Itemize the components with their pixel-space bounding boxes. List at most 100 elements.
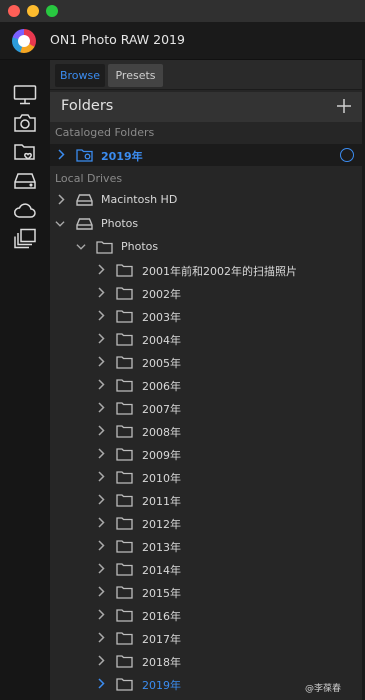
folder-icon [116, 517, 133, 530]
drive-icon[interactable] [13, 170, 37, 192]
folder-label-photos: Photos [121, 240, 159, 253]
cloud-icon[interactable] [13, 199, 37, 221]
subfolder-label: 2018年 [142, 656, 181, 669]
subfolder-label: 2003年 [142, 311, 181, 324]
albums-icon[interactable] [13, 228, 37, 250]
cataloged-folder-row[interactable]: 2019年 [50, 144, 362, 166]
chevron-right-icon[interactable] [96, 586, 106, 597]
chevron-right-icon[interactable] [96, 448, 106, 459]
subfolder-row[interactable]: 2001年前和2002年的扫描照片 [50, 259, 362, 281]
drive-row-photos[interactable]: Photos [50, 213, 362, 235]
drive-label-photos: Photos [101, 217, 139, 230]
chevron-right-icon[interactable] [96, 609, 106, 620]
subfolder-row[interactable]: 2011年 [50, 489, 362, 511]
subfolder-label: 2005年 [142, 357, 181, 370]
chevron-right-icon[interactable] [96, 379, 106, 390]
panel-tabs: Browse Presets [50, 60, 362, 90]
subfolder-row[interactable]: 2013年 [50, 535, 362, 557]
folders-header: Folders [50, 92, 362, 122]
chevron-right-icon[interactable] [96, 264, 106, 275]
subfolder-row[interactable]: 2004年 [50, 328, 362, 350]
cataloged-folders-label: Cataloged Folders [55, 126, 155, 139]
drive-row-macintosh-hd[interactable]: Macintosh HD [50, 189, 362, 211]
window-minimize-button[interactable] [27, 5, 39, 17]
window-maximize-button[interactable] [46, 5, 58, 17]
folder-icon [116, 425, 133, 438]
subfolder-label: 2019年 [142, 679, 181, 692]
chevron-right-icon[interactable] [56, 149, 66, 160]
chevron-right-icon[interactable] [96, 540, 106, 551]
folder-icon [116, 471, 133, 484]
subfolder-label: 2016年 [142, 610, 181, 623]
subfolder-label: 2009年 [142, 449, 181, 462]
subfolder-label: 2002年 [142, 288, 181, 301]
folder-icon [116, 287, 133, 300]
chevron-right-icon[interactable] [96, 356, 106, 367]
window-close-button[interactable] [8, 5, 20, 17]
subfolder-row[interactable]: 2014年 [50, 558, 362, 580]
chevron-right-icon[interactable] [96, 655, 106, 666]
window-titlebar [0, 0, 365, 22]
folder-icon [116, 402, 133, 415]
folder-icon [116, 494, 133, 507]
subfolder-row[interactable]: 2009年 [50, 443, 362, 465]
folder-sync-icon [76, 149, 93, 162]
chevron-right-icon[interactable] [96, 678, 106, 689]
chevron-right-icon[interactable] [96, 517, 106, 528]
folder-heart-icon[interactable] [13, 141, 37, 163]
subfolder-label: 2014年 [142, 564, 181, 577]
folder-icon [116, 655, 133, 668]
chevron-right-icon[interactable] [56, 194, 66, 205]
camera-icon[interactable] [13, 112, 37, 134]
subfolder-row[interactable]: 2005年 [50, 351, 362, 373]
subfolder-label: 2017年 [142, 633, 181, 646]
subfolder-row[interactable]: 2015年 [50, 581, 362, 603]
subfolder-label: 2012年 [142, 518, 181, 531]
subfolder-row[interactable]: 2017年 [50, 627, 362, 649]
chevron-right-icon[interactable] [96, 287, 106, 298]
app-title: ON1 Photo RAW 2019 [50, 32, 185, 47]
folder-icon [116, 379, 133, 392]
tab-browse[interactable]: Browse [55, 64, 105, 87]
folder-icon [116, 632, 133, 645]
source-icon-bar [0, 60, 50, 700]
chevron-right-icon[interactable] [96, 425, 106, 436]
subfolder-row[interactable]: 2003年 [50, 305, 362, 327]
hard-drive-icon [76, 194, 93, 206]
local-drives-label: Local Drives [55, 172, 123, 185]
chevron-right-icon[interactable] [96, 494, 106, 505]
subfolder-row[interactable]: 2018年 [50, 650, 362, 672]
chevron-down-icon[interactable] [55, 218, 65, 229]
chevron-right-icon[interactable] [96, 333, 106, 344]
add-folder-icon[interactable] [336, 98, 352, 114]
hard-drive-icon [76, 218, 93, 230]
subfolder-row[interactable]: 2012年 [50, 512, 362, 534]
app-header: ON1 Photo RAW 2019 [0, 22, 365, 60]
cataloged-folder-label: 2019年 [101, 150, 143, 163]
folder-icon [116, 356, 133, 369]
chevron-down-icon[interactable] [76, 241, 86, 252]
folders-title: Folders [61, 98, 114, 114]
folder-icon [116, 586, 133, 599]
subfolder-row[interactable]: 2007年 [50, 397, 362, 419]
subfolder-row[interactable]: 2016年 [50, 604, 362, 626]
subfolder-row[interactable]: 2010年 [50, 466, 362, 488]
monitor-icon[interactable] [13, 84, 37, 106]
chevron-right-icon[interactable] [96, 563, 106, 574]
subfolder-row[interactable]: 2008年 [50, 420, 362, 442]
subfolder-label: 2010年 [142, 472, 181, 485]
app-logo-icon [12, 29, 36, 53]
subfolder-label: 2015年 [142, 587, 181, 600]
chevron-right-icon[interactable] [96, 310, 106, 321]
subfolder-label: 2004年 [142, 334, 181, 347]
chevron-right-icon[interactable] [96, 402, 106, 413]
chevron-right-icon[interactable] [96, 632, 106, 643]
tab-presets[interactable]: Presets [108, 64, 163, 87]
subfolder-label: 2007年 [142, 403, 181, 416]
subfolder-label: 2001年前和2002年的扫描照片 [142, 265, 297, 278]
subfolder-row[interactable]: 2006年 [50, 374, 362, 396]
folder-icon [116, 310, 133, 323]
folder-row-photos[interactable]: Photos [50, 236, 362, 258]
subfolder-row[interactable]: 2002年 [50, 282, 362, 304]
chevron-right-icon[interactable] [96, 471, 106, 482]
